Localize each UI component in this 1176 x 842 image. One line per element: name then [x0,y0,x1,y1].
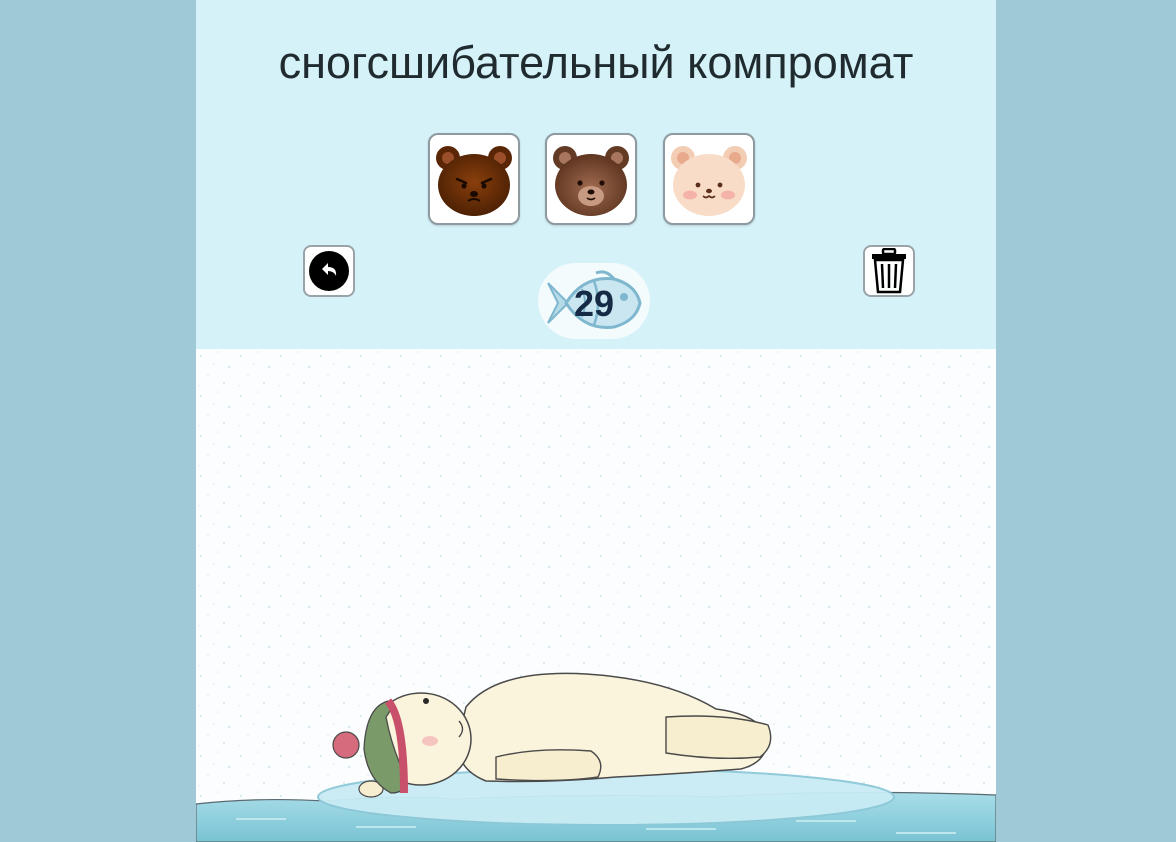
level-title: сногсшибательный компромат [278,37,914,88]
fish-counter: 29 [538,263,650,339]
angry-brown-bear-button[interactable] [428,133,520,225]
game-scene[interactable] [196,349,996,842]
game-header: сногсшибательный компромат 29 [196,0,996,349]
cream-bear-icon [671,146,747,216]
trash-icon [872,248,906,294]
trash-button[interactable] [863,245,915,297]
brown-bear-button[interactable] [545,133,637,225]
game-area: сногсшибательный компромат 29 [196,0,996,842]
undo-icon [309,251,349,291]
scene-illustration [196,349,996,842]
fish-count: 29 [573,283,615,324]
cream-bear-button[interactable] [663,133,755,225]
brown-bear-icon [553,146,629,216]
undo-button[interactable] [303,245,355,297]
angry-brown-bear-icon [436,146,512,216]
